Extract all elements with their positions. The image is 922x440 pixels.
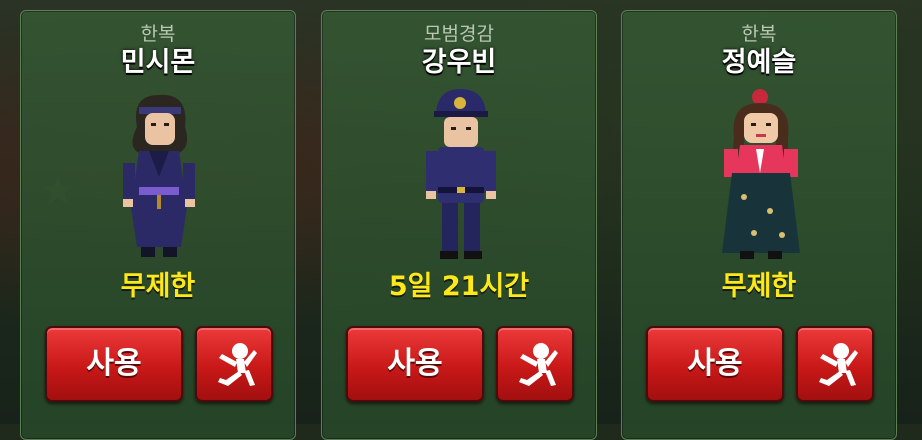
use-button[interactable]: 사용 bbox=[646, 326, 784, 402]
pose-button[interactable] bbox=[195, 326, 273, 402]
character-card: 한복 정예슬 무제한 사용 bbox=[621, 10, 897, 440]
pose-icon bbox=[819, 343, 858, 386]
pose-button[interactable] bbox=[796, 326, 874, 402]
outfit-name: 한복 bbox=[140, 23, 176, 45]
character-name: 정예슬 bbox=[721, 47, 797, 78]
pose-icon bbox=[519, 343, 558, 386]
use-button[interactable]: 사용 bbox=[45, 326, 183, 402]
pose-icon bbox=[218, 343, 257, 386]
character-card: 한복 민시몬 무제한 사용 bbox=[20, 10, 296, 440]
character-card: 모범경감 강우빈 5일 21시간 사용 bbox=[321, 10, 597, 440]
character-sprite bbox=[722, 89, 800, 259]
character-name: 강우빈 bbox=[421, 47, 497, 78]
character-sprite bbox=[123, 94, 195, 257]
outfit-name: 한복 bbox=[741, 23, 777, 45]
outfit-name: 모범경감 bbox=[424, 23, 494, 45]
duration-label: 무제한 bbox=[120, 271, 196, 302]
character-sprite bbox=[426, 89, 496, 259]
character-name: 민시몬 bbox=[120, 47, 196, 78]
use-button[interactable]: 사용 bbox=[346, 326, 484, 402]
duration-label: 무제한 bbox=[721, 271, 797, 302]
pose-button[interactable] bbox=[496, 326, 574, 402]
duration-label: 5일 21시간 bbox=[388, 271, 530, 302]
